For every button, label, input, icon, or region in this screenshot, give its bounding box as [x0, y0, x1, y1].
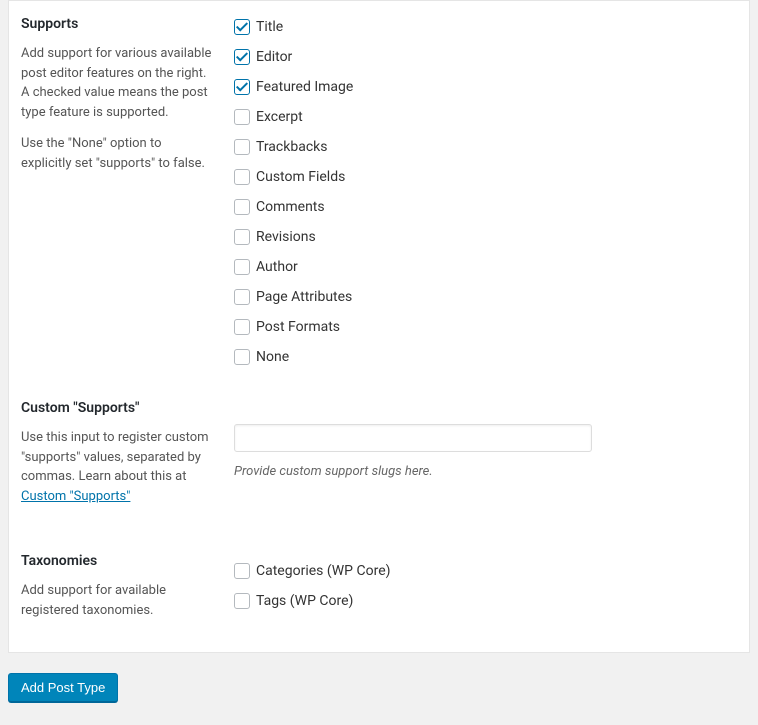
taxonomies-description: Add support for available registered tax… — [21, 581, 214, 620]
supports-option-label[interactable]: Author — [256, 259, 298, 275]
supports-option-row: Trackbacks — [234, 136, 739, 158]
supports-option-checkbox[interactable] — [234, 19, 250, 35]
settings-panel: Supports Add support for various availab… — [8, 0, 750, 653]
supports-option-label[interactable]: Comments — [256, 199, 325, 215]
supports-desc-2: Use the "None" option to explicitly set … — [21, 134, 214, 173]
supports-option-row: Excerpt — [234, 106, 739, 128]
taxonomy-option-label[interactable]: Tags (WP Core) — [256, 593, 353, 609]
supports-option-label[interactable]: Editor — [256, 49, 292, 65]
supports-option-checkbox[interactable] — [234, 289, 250, 305]
supports-option-row: Editor — [234, 46, 739, 68]
supports-option-row: Featured Image — [234, 76, 739, 98]
supports-option-checkbox[interactable] — [234, 349, 250, 365]
supports-option-checkbox[interactable] — [234, 79, 250, 95]
supports-checkbox-list: Title Editor Featured Image Excerpt Trackbac… — [234, 16, 739, 368]
taxonomy-option-checkbox[interactable] — [234, 593, 250, 609]
add-post-type-button[interactable]: Add Post Type — [8, 673, 118, 702]
row-taxonomies: Taxonomies Add support for available reg… — [9, 538, 749, 652]
custom-supports-helper: Provide custom support slugs here. — [234, 464, 739, 479]
supports-description: Add support for various available post e… — [21, 44, 214, 173]
custom-supports-link[interactable]: Custom "Supports" — [21, 489, 130, 504]
supports-option-row: Page Attributes — [234, 286, 739, 308]
supports-option-label[interactable]: Title — [256, 19, 283, 35]
taxonomies-desc-text: Add support for available registered tax… — [21, 581, 214, 620]
supports-option-row: None — [234, 346, 739, 368]
taxonomies-checkbox-list: Categories (WP Core) Tags (WP Core) — [234, 560, 739, 612]
supports-option-label[interactable]: Page Attributes — [256, 289, 352, 305]
supports-option-label[interactable]: Custom Fields — [256, 169, 345, 185]
form-table: Supports Add support for various availab… — [9, 1, 749, 652]
supports-option-row: Custom Fields — [234, 166, 739, 188]
supports-option-row: Post Formats — [234, 316, 739, 338]
supports-option-label[interactable]: Featured Image — [256, 79, 353, 95]
supports-option-label[interactable]: None — [256, 349, 289, 365]
taxonomies-title: Taxonomies — [21, 553, 214, 569]
supports-title: Supports — [21, 16, 214, 32]
supports-option-checkbox[interactable] — [234, 319, 250, 335]
taxonomy-option-label[interactable]: Categories (WP Core) — [256, 563, 391, 579]
supports-option-label[interactable]: Revisions — [256, 229, 316, 245]
row-custom-supports: Custom "Supports" Use this input to regi… — [9, 396, 749, 538]
supports-option-checkbox[interactable] — [234, 199, 250, 215]
custom-supports-desc-text: Use this input to register custom "suppo… — [21, 430, 209, 484]
supports-option-label[interactable]: Post Formats — [256, 319, 340, 335]
supports-option-label[interactable]: Excerpt — [256, 109, 303, 125]
taxonomy-option-row: Categories (WP Core) — [234, 560, 739, 582]
supports-option-checkbox[interactable] — [234, 259, 250, 275]
custom-supports-description: Use this input to register custom "suppo… — [21, 428, 214, 506]
taxonomy-option-row: Tags (WP Core) — [234, 590, 739, 612]
row-supports: Supports Add support for various availab… — [9, 1, 749, 396]
supports-option-row: Comments — [234, 196, 739, 218]
supports-option-checkbox[interactable] — [234, 139, 250, 155]
supports-option-row: Revisions — [234, 226, 739, 248]
supports-option-row: Author — [234, 256, 739, 278]
supports-option-row: Title — [234, 16, 739, 38]
supports-option-checkbox[interactable] — [234, 109, 250, 125]
supports-option-checkbox[interactable] — [234, 229, 250, 245]
supports-option-checkbox[interactable] — [234, 49, 250, 65]
custom-supports-title: Custom "Supports" — [21, 400, 214, 416]
supports-desc-1: Add support for various available post e… — [21, 44, 214, 122]
custom-supports-input[interactable] — [234, 424, 592, 452]
supports-option-checkbox[interactable] — [234, 169, 250, 185]
taxonomy-option-checkbox[interactable] — [234, 563, 250, 579]
supports-option-label[interactable]: Trackbacks — [256, 139, 327, 155]
